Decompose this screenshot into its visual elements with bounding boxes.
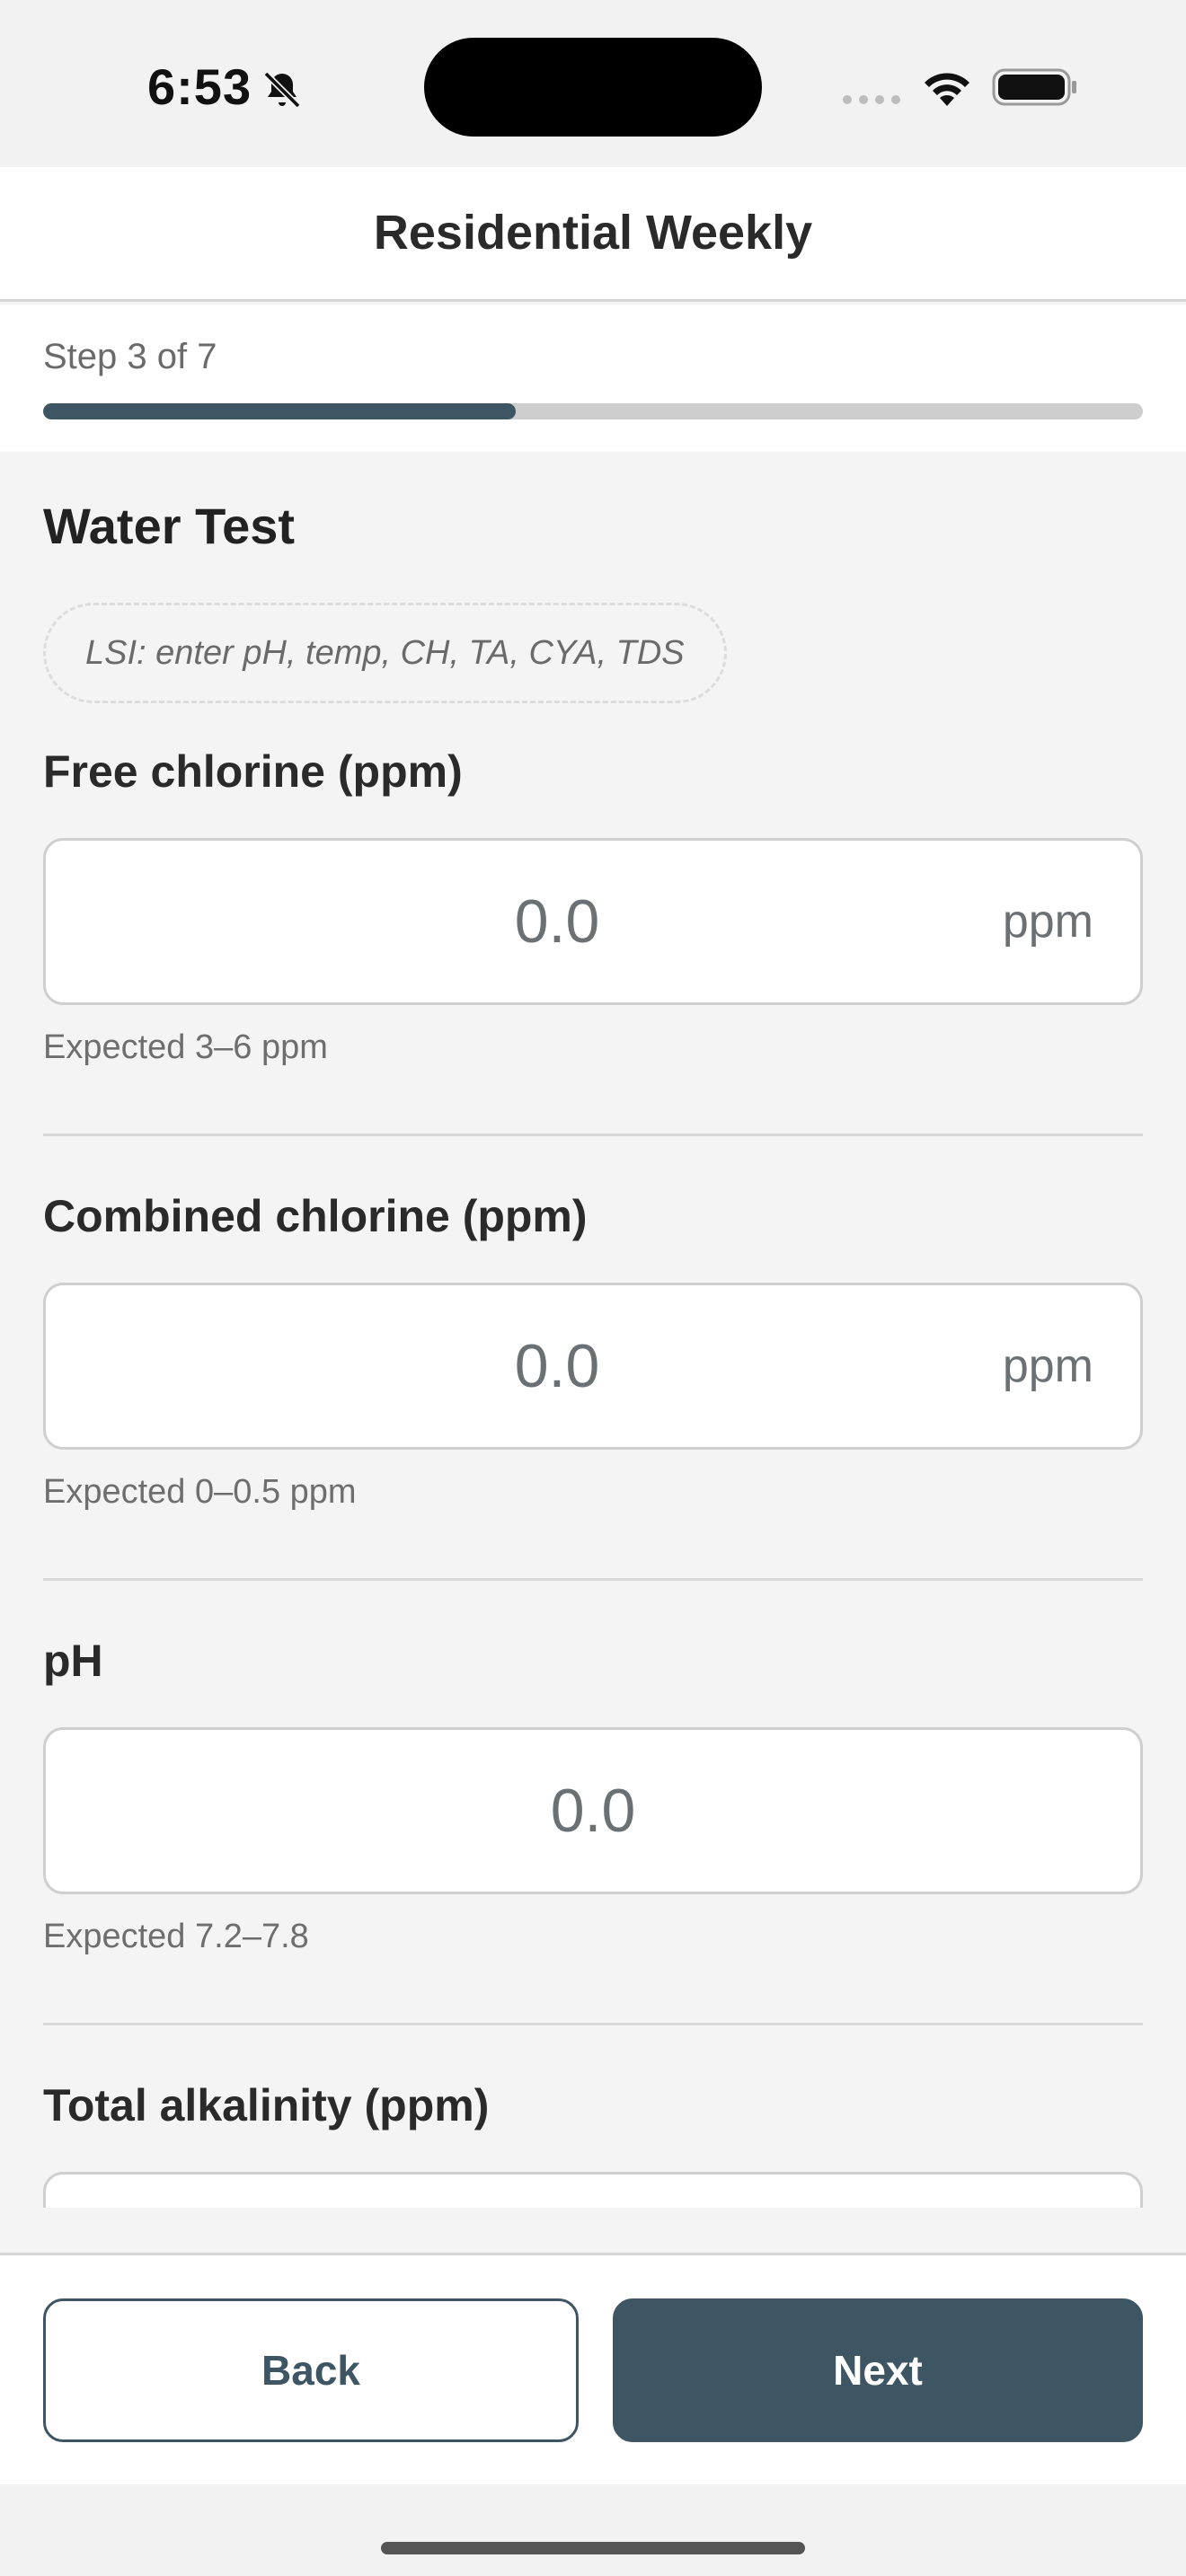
divider <box>43 1578 1143 1581</box>
battery-icon <box>992 68 1076 106</box>
ph-input-box[interactable] <box>43 1727 1143 1894</box>
bottom-action-bar: Back Next <box>0 2253 1186 2484</box>
combined-chlorine-input[interactable] <box>46 1285 1140 1447</box>
field-free-chlorine: Free chlorine (ppm) ppm Expected 3–6 ppm <box>43 736 1143 1067</box>
step-label: Step 3 of 7 <box>43 337 217 376</box>
lsi-hint: LSI: enter pH, temp, CH, TA, CYA, TDS <box>43 603 727 703</box>
page-title: Residential Weekly <box>373 206 813 260</box>
free-chlorine-input-box[interactable]: ppm <box>43 838 1143 1005</box>
unit-label: ppm <box>1003 2175 1093 2208</box>
status-time: 6:53 <box>147 58 252 115</box>
field-label: Total alkalinity (ppm) <box>43 2080 490 2130</box>
divider <box>43 1134 1143 1136</box>
field-total-alkalinity: Total alkalinity (ppm) ppm <box>43 2069 1143 2208</box>
cellular-signal-icon <box>843 95 900 104</box>
field-label: Free chlorine (ppm) <box>43 746 463 797</box>
next-button[interactable]: Next <box>613 2298 1143 2442</box>
app-header: Residential Weekly <box>0 167 1186 302</box>
progress-track <box>43 403 1143 419</box>
free-chlorine-input[interactable] <box>46 841 1140 1002</box>
field-ph: pH Expected 7.2–7.8 <box>43 1625 1143 1956</box>
wifi-icon <box>925 73 969 106</box>
home-indicator[interactable] <box>381 2542 805 2554</box>
total-alkalinity-input[interactable] <box>46 2175 1140 2208</box>
field-helper: Expected 3–6 ppm <box>43 1028 328 1066</box>
divider <box>43 2023 1143 2025</box>
field-helper: Expected 7.2–7.8 <box>43 1918 309 1955</box>
step-progress: Step 3 of 7 <box>0 304 1186 452</box>
bell-muted-icon <box>263 71 301 109</box>
dynamic-island <box>424 38 762 137</box>
back-button[interactable]: Back <box>43 2298 579 2442</box>
status-bar: 6:53 <box>0 0 1186 167</box>
field-combined-chlorine: Combined chlorine (ppm) ppm Expected 0–0… <box>43 1180 1143 1512</box>
form-content[interactable]: Water Test LSI: enter pH, temp, CH, TA, … <box>0 452 1186 2208</box>
total-alkalinity-input-box[interactable]: ppm <box>43 2172 1143 2208</box>
field-label: Combined chlorine (ppm) <box>43 1191 588 1241</box>
field-helper: Expected 0–0.5 ppm <box>43 1473 357 1511</box>
field-label: pH <box>43 1636 103 1686</box>
home-area <box>0 2484 1186 2576</box>
progress-fill <box>43 403 517 419</box>
combined-chlorine-input-box[interactable]: ppm <box>43 1283 1143 1450</box>
unit-label: ppm <box>1002 1340 1093 1392</box>
app-screen: 6:53 Residential Weekly Step 3 of 7 Wate… <box>0 0 1186 2576</box>
ph-input[interactable] <box>46 1730 1140 1892</box>
section-title: Water Test <box>43 498 296 554</box>
unit-label: ppm <box>1002 895 1093 948</box>
